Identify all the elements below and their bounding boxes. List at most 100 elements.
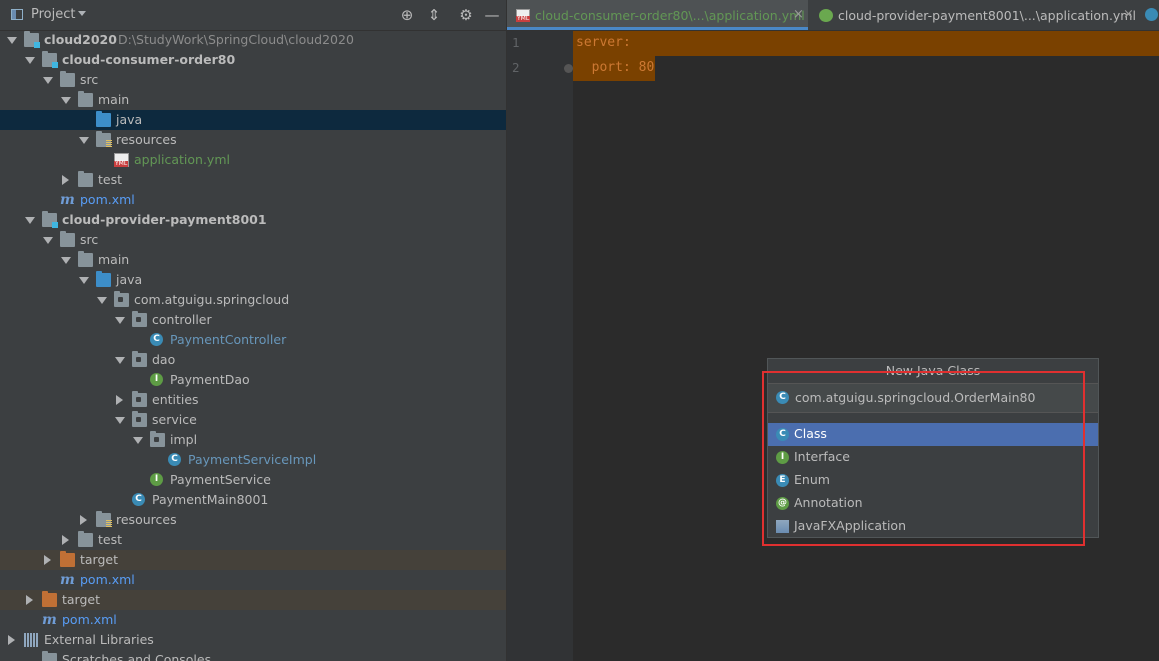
tree-item[interactable]: dao (0, 350, 506, 370)
excluded-folder-icon (42, 591, 57, 607)
chevron-down-icon[interactable] (78, 11, 86, 16)
tree-item[interactable]: java (0, 110, 506, 130)
code-line[interactable]: 2 port: 80 (507, 56, 1159, 81)
collapse-arrow-icon[interactable] (44, 555, 51, 565)
folder-icon (78, 531, 93, 547)
close-icon[interactable]: × (1123, 7, 1134, 22)
tree-item[interactable]: cloud-provider-payment8001 (0, 210, 506, 230)
tree-item[interactable]: src (0, 70, 506, 90)
tree-item[interactable]: entities (0, 390, 506, 410)
tree-item[interactable]: service (0, 410, 506, 430)
maven-icon: m (60, 572, 75, 588)
tree-item[interactable]: C PaymentMain8001 (0, 490, 506, 510)
folder-icon (78, 91, 93, 107)
scratches-icon (42, 651, 57, 661)
tree-item[interactable]: impl (0, 430, 506, 450)
tree-item[interactable]: main (0, 90, 506, 110)
tree-item-label: java (116, 112, 143, 127)
tree-item[interactable]: External Libraries (0, 630, 506, 650)
tree-item-label: cloud-consumer-order80 (62, 52, 236, 67)
tree-item-label: service (152, 412, 197, 427)
tree-item[interactable]: Scratches and Consoles (0, 650, 506, 661)
package-icon (132, 391, 147, 407)
tree-item[interactable]: m pom.xml (0, 610, 506, 630)
collapse-arrow-icon[interactable] (26, 595, 33, 605)
gear-icon[interactable]: ⚙ (457, 6, 475, 24)
tree-item-label: target (80, 552, 119, 567)
collapse-arrow-icon[interactable] (62, 175, 69, 185)
folder-icon (78, 251, 93, 267)
project-panel-icon (11, 9, 23, 20)
tree-item[interactable]: C PaymentController (0, 330, 506, 350)
more-tabs-class-icon[interactable] (1145, 8, 1158, 21)
source-folder-icon (96, 111, 111, 127)
expand-arrow-icon[interactable] (133, 437, 143, 444)
tree-item[interactable]: application.yml (0, 150, 506, 170)
tree-item-label: target (62, 592, 101, 607)
collapse-arrow-icon[interactable] (80, 515, 87, 525)
tree-item[interactable]: java (0, 270, 506, 290)
package-icon (132, 311, 147, 327)
tree-item[interactable]: com.atguigu.springcloud (0, 290, 506, 310)
tree-item[interactable]: cloud2020 D:\StudyWork\SpringCloud\cloud2… (0, 30, 506, 50)
tree-item-label: cloud2020 (44, 32, 117, 47)
expand-arrow-icon[interactable] (115, 357, 125, 364)
expand-arrow-icon[interactable] (43, 77, 53, 84)
tree-item-label: test (98, 532, 123, 547)
project-panel-title[interactable]: Project (31, 7, 75, 22)
module-folder-icon (42, 51, 58, 68)
expand-arrow-icon[interactable] (61, 97, 71, 104)
tree-item[interactable]: resources (0, 130, 506, 150)
tree-item-label: src (80, 72, 99, 87)
tree-item[interactable]: cloud-consumer-order80 (0, 50, 506, 70)
tree-item[interactable]: main (0, 250, 506, 270)
fold-marker-icon[interactable] (564, 64, 573, 73)
tree-item-label: PaymentMain8001 (152, 492, 269, 507)
tree-item-label: src (80, 232, 99, 247)
tree-item[interactable]: controller (0, 310, 506, 330)
tree-item[interactable]: test (0, 530, 506, 550)
resources-folder-icon (96, 511, 112, 527)
code-editor[interactable]: 1 server: 2 port: 80 (507, 31, 1159, 661)
tree-item-label: pom.xml (62, 612, 117, 627)
tree-item[interactable]: m pom.xml (0, 570, 506, 590)
tree-item-label: Scratches and Consoles (62, 652, 212, 661)
collapse-arrow-icon[interactable] (8, 635, 15, 645)
collapse-arrow-icon[interactable] (62, 535, 69, 545)
tree-item[interactable]: target (0, 590, 506, 610)
expand-arrow-icon[interactable] (61, 257, 71, 264)
tree-item[interactable]: resources (0, 510, 506, 530)
hide-panel-icon[interactable]: — (483, 6, 501, 24)
expand-arrow-icon[interactable] (115, 417, 125, 424)
tree-item[interactable]: m pom.xml (0, 190, 506, 210)
package-icon (150, 431, 165, 447)
editor-tab-bar: cloud-consumer-order80\...\application.y… (507, 0, 1159, 31)
expand-arrow-icon[interactable] (25, 57, 35, 64)
expand-arrow-icon[interactable] (7, 37, 17, 44)
tree-item-label: pom.xml (80, 572, 135, 587)
spring-boot-class-icon: C (132, 493, 145, 506)
tree-item[interactable]: src (0, 230, 506, 250)
expand-arrow-icon[interactable] (25, 217, 35, 224)
expand-arrow-icon[interactable] (115, 317, 125, 324)
tree-item-label: External Libraries (44, 632, 154, 647)
locate-file-icon[interactable]: ⊕ (398, 6, 416, 24)
collapse-arrow-icon[interactable] (116, 395, 123, 405)
class-icon: C (168, 453, 181, 466)
tab-consumer-application-yml[interactable]: cloud-consumer-order80\...\application.y… (507, 0, 808, 30)
line-number: 2 (512, 60, 520, 75)
tree-item[interactable]: C PaymentServiceImpl (0, 450, 506, 470)
expand-arrow-icon[interactable] (79, 277, 89, 284)
close-icon[interactable]: × (793, 7, 804, 22)
code-line[interactable]: 1 server: (507, 31, 1159, 56)
tree-item[interactable]: I PaymentService (0, 470, 506, 490)
tree-item-label: test (98, 172, 123, 187)
expand-arrow-icon[interactable] (79, 137, 89, 144)
expand-arrow-icon[interactable] (97, 297, 107, 304)
expand-arrow-icon[interactable] (43, 237, 53, 244)
tab-provider-application-yml[interactable]: cloud-provider-payment8001\...\applicati… (810, 0, 1140, 30)
tree-item[interactable]: I PaymentDao (0, 370, 506, 390)
collapse-all-icon[interactable]: ⇕ (425, 6, 443, 24)
tree-item[interactable]: target (0, 550, 506, 570)
tree-item[interactable]: test (0, 170, 506, 190)
